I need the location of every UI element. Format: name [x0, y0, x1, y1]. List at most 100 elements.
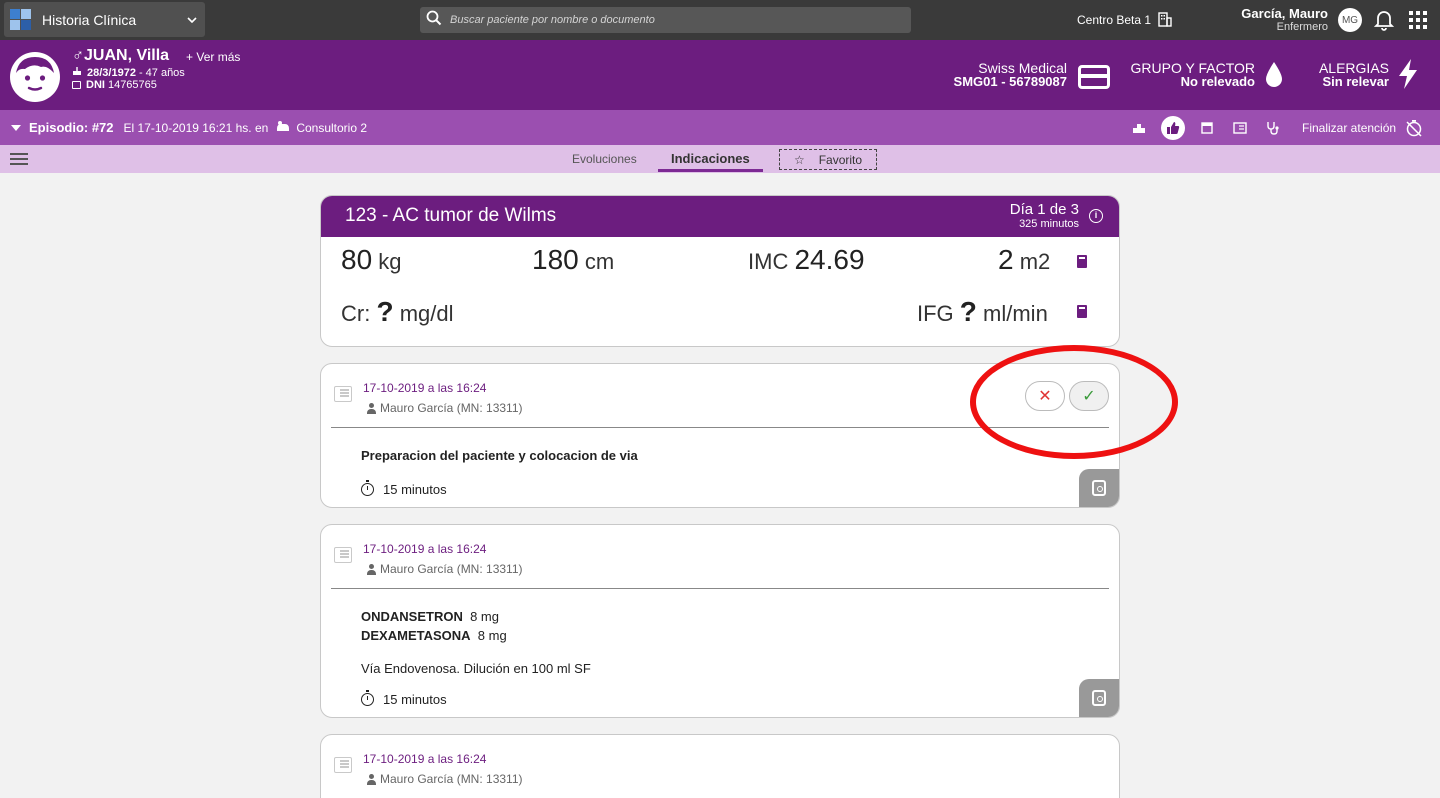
indication-date: 17-10-2019 a las 16:24	[363, 752, 487, 766]
allergies-block: ALERGIAS Sin relevar	[1319, 61, 1389, 89]
credit-card-icon	[1078, 65, 1110, 89]
apps-grid-icon[interactable]	[1409, 11, 1427, 29]
building-icon[interactable]	[1158, 12, 1172, 32]
document-list-icon[interactable]	[1229, 117, 1251, 139]
app-switcher[interactable]: Historia Clínica	[4, 2, 205, 37]
height-unit: cm	[584, 249, 615, 274]
calendar-icon[interactable]	[1196, 117, 1218, 139]
episode-date: El 17-10-2019 16:21 hs. en	[123, 120, 269, 135]
doc-label: DNI	[86, 79, 105, 91]
blood-group-value: No relevado	[1180, 74, 1255, 89]
indication-author: Mauro García (MN: 13311)	[366, 562, 523, 576]
bell-icon[interactable]	[1373, 9, 1395, 36]
diagnosis-code: 123 -	[345, 205, 389, 226]
person-icon	[366, 402, 377, 414]
ambulance-icon[interactable]	[1128, 117, 1150, 139]
administration-route: Vía Endovenosa. Dilución en 100 ml SF	[361, 661, 591, 676]
person-icon	[366, 773, 377, 785]
duration-text: 15 minutos	[383, 482, 447, 497]
bsa-unit: m2	[1019, 249, 1051, 274]
stethoscope-icon[interactable]	[1262, 117, 1284, 139]
episode-bar: Episodio: #72 El 17-10-2019 16:21 hs. en…	[0, 110, 1440, 145]
allergies-value: Sin relevar	[1322, 74, 1390, 89]
bsa-metric: 2 m2	[998, 244, 1050, 276]
user-info[interactable]: García, Mauro Enfermero	[1241, 7, 1328, 34]
calculator-icon[interactable]	[1077, 255, 1087, 268]
app-name: Historia Clínica	[42, 11, 137, 28]
ifg-unit: ml/min	[983, 301, 1048, 326]
creatinine-metric: Cr: ? mg/dl	[341, 296, 453, 328]
imc-label: IMC	[748, 249, 789, 274]
doc-number: 14765765	[107, 79, 157, 91]
document-icon	[334, 757, 352, 773]
drug-dose: 8 mg	[477, 628, 507, 643]
ifg-metric: IFG ? ml/min	[917, 296, 1048, 328]
medical-bag-icon	[1092, 690, 1106, 706]
indication-card: 17-10-2019 a las 16:24 Mauro García (MN:…	[320, 524, 1120, 718]
id-card-icon	[72, 81, 81, 89]
indication-date: 17-10-2019 a las 16:24	[363, 381, 487, 395]
day-counter: Día 1 de 3	[1009, 201, 1079, 218]
insurance-id: SMG01 - 56789087	[953, 74, 1067, 89]
patient-age: - 47 años	[138, 66, 185, 79]
stopwatch-off-icon[interactable]	[1405, 119, 1423, 142]
accept-button[interactable]: ✓	[1069, 381, 1109, 411]
indication-author: Mauro García (MN: 13311)	[366, 772, 523, 786]
reject-button[interactable]: ✕	[1025, 381, 1065, 411]
see-more-link[interactable]: + Ver más	[186, 50, 240, 64]
episode-title[interactable]: Episodio: #72	[29, 120, 114, 135]
weight-unit: kg	[378, 249, 402, 274]
user-avatar[interactable]: MG	[1338, 8, 1362, 32]
thumbs-up-icon[interactable]	[1161, 115, 1185, 140]
episode-tools	[1128, 110, 1295, 145]
medical-bag-button[interactable]	[1079, 469, 1119, 507]
user-name: García, Mauro	[1241, 6, 1328, 21]
patient-avatar-icon	[9, 51, 61, 108]
summary-header: 123 - AC tumor de Wilms Día 1 de 3 325 m…	[321, 196, 1119, 237]
room-icon	[276, 119, 290, 137]
favorito-label: Favorito	[818, 152, 863, 167]
indication-card: 17-10-2019 a las 16:24 Mauro García (MN:…	[320, 363, 1120, 508]
patient-search[interactable]: Buscar paciente por nombre o documento	[420, 7, 911, 33]
divider	[331, 427, 1109, 428]
tab-evoluciones[interactable]: Evoluciones	[572, 152, 637, 166]
episode-place: Consultorio 2	[296, 120, 368, 135]
search-input[interactable]: Buscar paciente por nombre o documento	[450, 14, 655, 26]
tab-favorito[interactable]: ☆ Favorito	[779, 149, 877, 170]
drug-dose: 8 mg	[470, 609, 499, 624]
indication-date: 17-10-2019 a las 16:24	[363, 542, 487, 556]
timer-icon	[361, 480, 374, 496]
drug-line: DEXAMETASONA 8 mg	[361, 628, 507, 643]
person-icon	[366, 563, 377, 575]
info-icon[interactable]: i	[1089, 209, 1103, 223]
hamburger-menu-icon[interactable]	[10, 153, 28, 165]
timer-icon	[361, 690, 374, 706]
sex-symbol: ♂	[72, 47, 84, 64]
indication-duration: 15 minutos	[361, 690, 447, 707]
blood-drop-icon	[1264, 61, 1284, 94]
chevron-down-icon	[179, 14, 205, 26]
drug-name: DEXAMETASONA	[361, 628, 471, 643]
author-name: Mauro García (MN: 13311)	[380, 562, 523, 576]
calculator-icon[interactable]	[1077, 305, 1087, 318]
document-icon	[334, 547, 352, 563]
bsa-value: 2	[998, 244, 1014, 275]
drug-name: ONDANSETRON	[361, 609, 463, 624]
indication-text: Preparacion del paciente y colocacion de…	[361, 448, 638, 463]
blood-group-block: GRUPO Y FACTOR No relevado	[1131, 61, 1255, 89]
cr-unit: mg/dl	[399, 301, 454, 326]
caret-down-icon[interactable]	[11, 124, 21, 131]
finish-attention-button[interactable]: Finalizar atención	[1302, 121, 1396, 135]
tab-indicaciones[interactable]: Indicaciones	[671, 151, 750, 166]
height-value: 180	[532, 244, 579, 275]
cr-label: Cr:	[341, 301, 371, 326]
indication-card: 17-10-2019 a las 16:24 Mauro García (MN:…	[320, 734, 1120, 798]
star-icon: ☆	[793, 152, 805, 167]
center-name[interactable]: Centro Beta 1	[1077, 13, 1151, 27]
height-metric: 180 cm	[532, 244, 614, 276]
author-name: Mauro García (MN: 13311)	[380, 772, 523, 786]
ifg-label: IFG	[917, 301, 954, 326]
indication-duration: 15 minutos	[361, 480, 447, 497]
medical-bag-button[interactable]	[1079, 679, 1119, 717]
indication-author: Mauro García (MN: 13311)	[366, 401, 523, 415]
